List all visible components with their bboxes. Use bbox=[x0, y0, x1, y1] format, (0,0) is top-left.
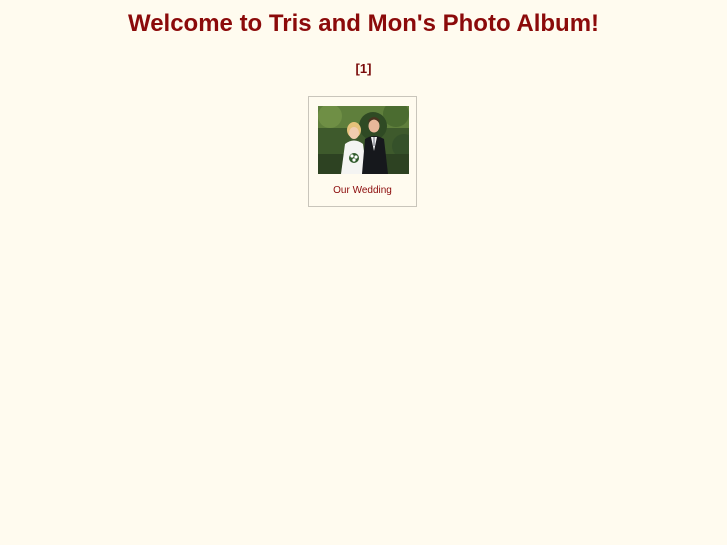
page-title: Welcome to Tris and Mon's Photo Album! bbox=[127, 10, 600, 37]
pagination-close-bracket: ] bbox=[367, 61, 372, 76]
album-caption-link[interactable]: Our Wedding bbox=[309, 185, 416, 197]
album-card-our-wedding[interactable]: Our Wedding bbox=[308, 96, 417, 207]
pagination: [1] bbox=[0, 61, 727, 77]
album-thumbnail-image[interactable] bbox=[318, 106, 409, 174]
page: Welcome to Tris and Mon's Photo Album! [… bbox=[0, 0, 727, 545]
